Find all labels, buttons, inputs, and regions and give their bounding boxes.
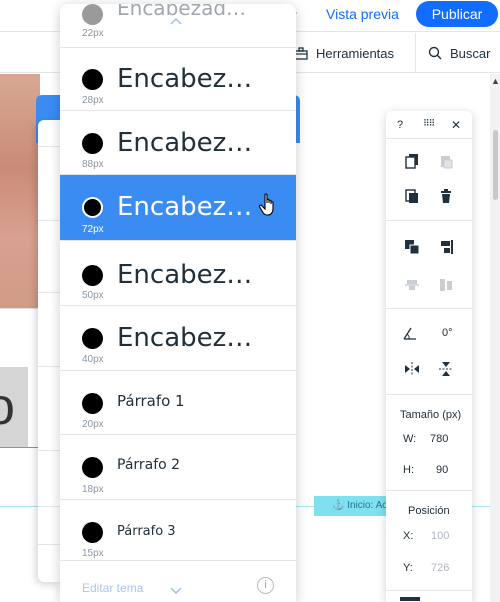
x-label: X: <box>403 530 414 542</box>
rotation-value[interactable]: 0° <box>442 327 453 339</box>
distribute-icon <box>440 279 452 291</box>
panel-divider <box>38 506 62 507</box>
toolbox-icon <box>294 46 308 60</box>
panel-divider <box>38 544 62 545</box>
theme-item[interactable]: Encabez… 40px <box>60 306 296 371</box>
panel-more-indicator <box>400 597 420 601</box>
size-section: Tamaño (px) W: 780 H: 90 <box>386 395 472 491</box>
theme-item-label: Párrafo 2 <box>117 457 181 473</box>
search-button[interactable]: Buscar <box>415 33 500 73</box>
info-icon[interactable]: i <box>257 577 274 594</box>
theme-item[interactable]: Encabezad… 22px <box>60 4 296 48</box>
hand-cursor-icon <box>258 193 274 216</box>
theme-item-label: Encabez… <box>117 260 253 290</box>
scrollbar-thumb[interactable] <box>493 130 498 200</box>
help-icon[interactable]: ? <box>397 119 403 131</box>
color-dot <box>82 133 103 154</box>
position-section: Posición X: 100 Y: 726 <box>386 491 472 591</box>
anchor-tag[interactable]: ⚓ Inicio: Ace <box>314 496 386 516</box>
canvas-image[interactable] <box>0 74 40 308</box>
panel-divider <box>38 366 62 367</box>
panel-divider <box>38 450 62 451</box>
flip-vertical-icon[interactable] <box>438 361 454 377</box>
panel-divider <box>38 146 62 147</box>
theme-item-size: 72px <box>82 224 104 235</box>
panel-divider <box>38 292 62 293</box>
theme-item[interactable]: Párrafo 2 18px <box>60 435 296 500</box>
color-dot <box>82 69 103 90</box>
theme-item-size: 50px <box>82 290 104 301</box>
canvas-divider <box>0 308 40 309</box>
canvas-text-box[interactable]: o <box>0 367 28 447</box>
theme-item-size: 18px <box>82 484 104 495</box>
align-center-icon <box>405 280 419 290</box>
tools-button[interactable]: Herramientas <box>294 33 394 73</box>
rotate-icon[interactable] <box>402 325 418 341</box>
y-label: Y: <box>403 562 413 574</box>
paste-icon <box>441 156 453 169</box>
bring-forward-icon[interactable] <box>404 239 420 255</box>
theme-item[interactable]: Párrafo 1 20px <box>60 371 296 435</box>
position-title: Posición <box>408 505 450 517</box>
arrange-section <box>386 221 472 309</box>
text-theme-dropdown[interactable]: Encabezad… 22px Encabez… 28px Encabez… 8… <box>60 4 296 602</box>
theme-item[interactable]: Encabez… 50px <box>60 241 296 306</box>
theme-item-label: Encabez… <box>117 192 253 222</box>
align-right-icon[interactable] <box>438 239 454 255</box>
flip-horizontal-icon[interactable] <box>404 361 420 377</box>
clipboard-section <box>386 139 472 221</box>
theme-item[interactable]: Encabez… 28px <box>60 48 296 111</box>
copy-icon[interactable] <box>404 153 420 169</box>
height-label: H: <box>403 464 414 476</box>
size-title: Tamaño (px) <box>400 409 462 421</box>
canvas-text-glyph: o <box>0 378 15 436</box>
theme-item-label: Párrafo 1 <box>117 392 185 410</box>
duplicate-icon[interactable] <box>404 188 420 204</box>
theme-item-size: 88px <box>82 159 104 170</box>
color-dot <box>82 4 103 25</box>
height-value[interactable]: 90 <box>436 464 448 476</box>
color-dot <box>82 265 103 286</box>
theme-item-label: Párrafo 3 <box>117 524 176 539</box>
theme-item[interactable]: Encabez… 88px <box>60 111 296 175</box>
edit-theme-link[interactable]: Editar tema <box>82 581 143 595</box>
search-label: Buscar <box>450 45 491 61</box>
dropdown-footer: Editar tema i <box>60 560 296 602</box>
theme-item-label: Encabez… <box>117 64 253 94</box>
x-value[interactable]: 100 <box>431 530 449 542</box>
theme-item-size: 22px <box>82 28 104 39</box>
width-value[interactable]: 780 <box>430 433 448 445</box>
theme-item-size: 40px <box>82 354 104 365</box>
color-dot <box>82 328 103 349</box>
theme-item-size: 15px <box>82 548 104 559</box>
close-icon[interactable]: ✕ <box>451 118 461 132</box>
color-dot <box>82 393 103 414</box>
drag-handle-icon[interactable]: ⠿⠿ <box>423 118 435 129</box>
color-dot <box>82 457 103 478</box>
chevron-down-icon[interactable] <box>170 587 182 594</box>
width-label: W: <box>403 433 417 445</box>
search-icon <box>428 46 442 60</box>
delete-icon[interactable] <box>438 188 454 204</box>
text-settings-panel <box>38 120 62 582</box>
theme-item-label: Encabez… <box>117 323 253 353</box>
layout-tool-panel: ? ⠿⠿ ✕ 0° Tamaño (px) W: 780 H: 90 Posic… <box>386 111 472 602</box>
color-dot <box>82 197 103 218</box>
scroll-up-arrow[interactable]: ▲ <box>491 76 500 86</box>
tool-panel-header: ? ⠿⠿ ✕ <box>386 111 472 139</box>
preview-link[interactable]: Vista previa <box>326 6 399 22</box>
panel-divider <box>38 220 62 221</box>
selection-line <box>0 447 40 448</box>
theme-item-label: Encabez… <box>117 128 253 158</box>
y-value[interactable]: 726 <box>431 562 449 574</box>
theme-item-size: 28px <box>82 95 104 106</box>
theme-item[interactable]: Párrafo 3 15px <box>60 500 296 560</box>
theme-item-size: 20px <box>82 419 104 430</box>
rotate-flip-section: 0° <box>386 309 472 395</box>
color-dot <box>82 522 103 543</box>
publish-button[interactable]: Publicar <box>416 1 498 27</box>
chevron-up-icon[interactable] <box>170 18 182 25</box>
tools-label: Herramientas <box>316 45 395 61</box>
